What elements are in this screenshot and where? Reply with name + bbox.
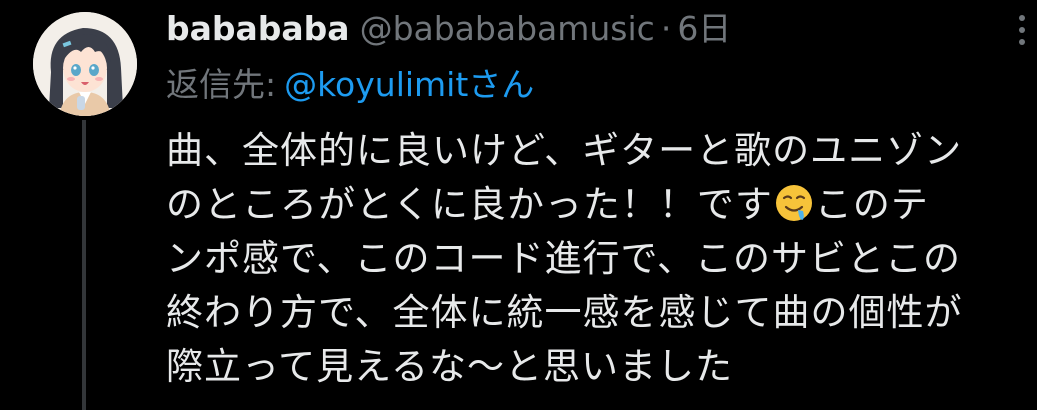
- tweet-text: 曲、全体的に良いけど、ギターと歌のユニゾン のところがとくに良かった！！です こ…: [166, 124, 1037, 394]
- user-handle[interactable]: @babababamusic: [360, 9, 655, 48]
- tweet-text-fragment: このテ: [814, 183, 929, 226]
- timestamp[interactable]: 6日: [677, 9, 731, 48]
- tweet[interactable]: babababa @babababamusic · 6日 返信先: @koyulimit…: [0, 0, 1037, 410]
- more-options-icon[interactable]: [1016, 10, 1028, 50]
- display-name[interactable]: babababa: [166, 9, 350, 48]
- tweet-text-line: 終わり方で、全体に統一感を感じて曲の個性が: [166, 291, 963, 334]
- tweet-header: babababa @babababamusic · 6日: [166, 4, 731, 54]
- tweet-text-line: ンポ感で、このコード進行で、このサビとこの: [166, 237, 962, 280]
- reply-mention-link[interactable]: @koyulimitさん: [284, 65, 534, 104]
- separator-dot: ·: [660, 9, 672, 48]
- drooling-face-emoji-icon: [775, 185, 812, 221]
- thread-line: [82, 120, 86, 410]
- tweet-text-line: 曲、全体的に良いけど、ギターと歌のユニゾン: [166, 129, 963, 172]
- reply-prefix: 返信先:: [166, 65, 277, 104]
- tweet-text-fragment: のところがとくに良かった！！です: [166, 183, 773, 226]
- avatar[interactable]: [33, 12, 137, 116]
- tweet-text-line: 際立って見えるな〜と思いました: [166, 345, 734, 388]
- reply-context: 返信先: @koyulimitさん: [166, 62, 534, 108]
- anime-girl-avatar-icon: [33, 12, 137, 116]
- tweet-text-line: のところがとくに良かった！！です このテ: [166, 178, 1037, 232]
